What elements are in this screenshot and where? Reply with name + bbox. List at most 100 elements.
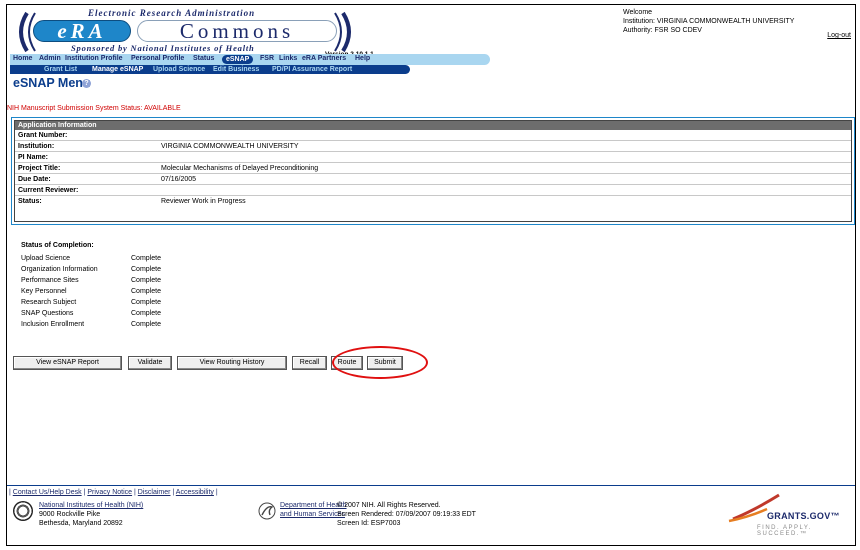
info-row-status: Status: Reviewer Work in Progress	[15, 196, 851, 207]
completion-label: SNAP Questions	[21, 310, 74, 317]
completion-label: Key Personnel	[21, 288, 67, 295]
grants-gov-logo[interactable]: GRANTS.GOV™ FIND. APPLY. SUCCEED.™	[723, 493, 853, 538]
completion-row: Upload Science Complete	[21, 253, 221, 264]
completion-label: Upload Science	[21, 255, 71, 262]
validate-button[interactable]: Validate	[128, 356, 172, 370]
info-label: Status:	[18, 198, 42, 205]
info-value: 07/16/2005	[161, 176, 197, 183]
info-value: Molecular Mechanisms of Delayed Precondi…	[161, 165, 319, 172]
footer: | Contact Us/Help Desk | Privacy Notice …	[7, 485, 855, 545]
welcome-panel: Welcome Institution: VIRGINIA COMMONWEAL…	[623, 8, 855, 35]
subnav-pdpi-assurance[interactable]: PD/PI Assurance Report	[272, 65, 352, 74]
completion-row: Organization Information Complete	[21, 264, 221, 275]
completion-status: Complete	[131, 310, 161, 317]
info-value: Reviewer Work in Progress	[161, 198, 246, 205]
completion-row: Research Subject Complete	[21, 297, 221, 308]
welcome-text: Welcome	[623, 9, 653, 16]
info-value: VIRGINIA COMMONWEALTH UNIVERSITY	[161, 143, 299, 150]
info-label: PI Name:	[18, 154, 48, 161]
application-info-panel: Application Information Grant Number: In…	[11, 117, 855, 225]
submit-button[interactable]: Submit	[367, 356, 403, 370]
view-esnap-report-button[interactable]: View eSNAP Report	[13, 356, 122, 370]
completion-row: SNAP Questions Complete	[21, 308, 221, 319]
copyright-text: © 2007 NIH. All Rights Reserved.	[337, 502, 441, 509]
logo-tagline-bottom: Sponsored by National Institutes of Heal…	[71, 43, 255, 53]
recall-button[interactable]: Recall	[292, 356, 327, 370]
nav-esnap[interactable]: eSNAP	[222, 55, 254, 64]
completion-title: Status of Completion:	[21, 242, 94, 249]
help-icon[interactable]: ?	[82, 79, 91, 88]
completion-label: Performance Sites	[21, 277, 79, 284]
logout-link[interactable]: Log-out	[827, 32, 851, 39]
completion-status: Complete	[131, 255, 161, 262]
footer-links: | Contact Us/Help Desk | Privacy Notice …	[9, 489, 218, 496]
nih-address-line2: Bethesda, Maryland 20892	[39, 520, 123, 527]
info-label: Current Reviewer:	[18, 187, 79, 194]
info-row-current-reviewer: Current Reviewer:	[15, 185, 851, 196]
info-label: Grant Number:	[18, 132, 68, 139]
nih-address-line1: 9000 Rockville Pike	[39, 511, 101, 518]
hhs-link-line2[interactable]: and Human Services	[280, 511, 345, 518]
page-title: eSNAP Menu	[13, 76, 91, 90]
application-info-header: Application Information	[15, 121, 851, 130]
completion-status: Complete	[131, 266, 161, 273]
view-routing-history-button[interactable]: View Routing History	[177, 356, 287, 370]
logo-era: eRA	[33, 20, 131, 42]
era-commons-logo[interactable]: Electronic Research Administration eRA C…	[13, 7, 385, 58]
subnav-grant-list[interactable]: Grant List	[44, 65, 77, 74]
completion-label: Inclusion Enrollment	[21, 321, 85, 328]
nav-fsr[interactable]: FSR	[260, 55, 274, 62]
nav-institution-profile[interactable]: Institution Profile	[65, 55, 123, 62]
completion-row: Performance Sites Complete	[21, 275, 221, 286]
institution-text: Institution: VIRGINIA COMMONWEALTH UNIVE…	[623, 18, 795, 25]
info-row-institution: Institution: VIRGINIA COMMONWEALTH UNIVE…	[15, 141, 851, 152]
nav-links[interactable]: Links	[279, 55, 297, 62]
subnav-edit-business[interactable]: Edit Business	[213, 65, 259, 74]
grants-gov-name: GRANTS.GOV™	[767, 511, 840, 521]
primary-nav: Home Admin Institution Profile Personal …	[10, 54, 490, 65]
screen-id-text: Screen Id: ESP7003	[337, 520, 401, 527]
nih-address: National Institutes of Health (NIH) 9000…	[39, 501, 143, 528]
disclaimer-link[interactable]: Disclaimer	[138, 489, 171, 496]
nav-home[interactable]: Home	[13, 55, 32, 62]
logo-commons: Commons	[137, 20, 337, 42]
completion-status: Complete	[131, 321, 161, 328]
info-row-project-title: Project Title: Molecular Mechanisms of D…	[15, 163, 851, 174]
browser-page: Electronic Research Administration eRA C…	[6, 4, 856, 546]
info-label: Institution:	[18, 143, 55, 150]
info-row-pi-name: PI Name:	[15, 152, 851, 163]
nav-admin[interactable]: Admin	[39, 55, 61, 62]
completion-status: Complete	[131, 299, 161, 306]
info-label: Due Date:	[18, 176, 51, 183]
logo-tagline-top: Electronic Research Administration	[88, 8, 256, 18]
copyright-block: © 2007 NIH. All Rights Reserved. Screen …	[337, 501, 476, 528]
info-label: Project Title:	[18, 165, 61, 172]
info-row-grant-number: Grant Number:	[15, 130, 851, 141]
rendered-text: Screen Rendered: 07/09/2007 09:19:33 EDT	[337, 511, 476, 518]
subnav-manage-esnap[interactable]: Manage eSNAP	[92, 65, 143, 74]
completion-status: Complete	[131, 277, 161, 284]
nav-era-partners[interactable]: eRA Partners	[302, 55, 346, 62]
completion-row: Inclusion Enrollment Complete	[21, 319, 221, 330]
nih-seal-icon	[13, 501, 33, 521]
nav-status[interactable]: Status	[193, 55, 214, 62]
grants-gov-tagline: FIND. APPLY. SUCCEED.™	[757, 525, 812, 537]
nih-link[interactable]: National Institutes of Health (NIH)	[39, 502, 143, 509]
nav-help[interactable]: Help	[355, 55, 370, 62]
privacy-link[interactable]: Privacy Notice	[87, 489, 132, 496]
hhs-eagle-icon	[258, 502, 276, 520]
subnav-upload-science[interactable]: Upload Science	[153, 65, 205, 74]
nav-personal-profile[interactable]: Personal Profile	[131, 55, 184, 62]
completion-label: Organization Information	[21, 266, 98, 273]
accessibility-link[interactable]: Accessibility	[176, 489, 214, 496]
completion-status: Complete	[131, 288, 161, 295]
route-button[interactable]: Route	[331, 356, 363, 370]
system-status-text: NIH Manuscript Submission System Status:…	[7, 105, 181, 112]
completion-label: Research Subject	[21, 299, 77, 306]
application-info-table: Application Information Grant Number: In…	[14, 120, 852, 222]
info-row-due-date: Due Date: 07/16/2005	[15, 174, 851, 185]
authority-text: Authority: FSR SO CDEV	[623, 27, 702, 34]
completion-row: Key Personnel Complete	[21, 286, 221, 297]
contact-link[interactable]: Contact Us/Help Desk	[13, 489, 82, 496]
secondary-nav: Grant List Manage eSNAP Upload Science E…	[10, 65, 410, 74]
